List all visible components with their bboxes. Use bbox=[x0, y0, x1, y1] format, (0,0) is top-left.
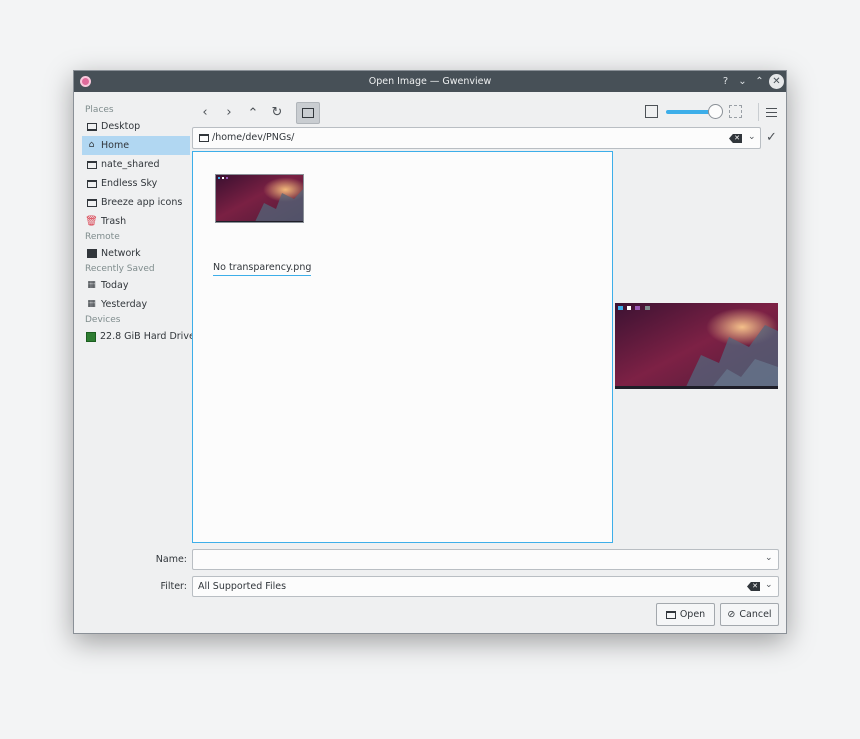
section-title-remote: Remote bbox=[85, 232, 120, 242]
chevron-down-icon[interactable]: ⌄ bbox=[765, 553, 773, 563]
filter-combo[interactable]: All Supported Files ✕ ⌄ bbox=[192, 576, 779, 597]
up-button[interactable]: ⌃ bbox=[243, 104, 263, 124]
trash-icon: 🗑 bbox=[85, 216, 98, 227]
section-title-recently-saved: Recently Saved bbox=[85, 264, 155, 274]
place-label: Yesterday bbox=[101, 299, 148, 310]
path-bar[interactable]: /home/dev/PNGs/ ✕ ⌄ bbox=[192, 127, 761, 149]
place-label: nate_shared bbox=[101, 159, 160, 170]
desktop-icon bbox=[86, 121, 97, 132]
place-item-nate-shared[interactable]: nate_shared bbox=[82, 155, 190, 174]
place-label: Home bbox=[101, 140, 130, 151]
zoom-in-icon[interactable] bbox=[729, 105, 742, 118]
place-item-home[interactable]: ⌂ Home bbox=[82, 136, 190, 155]
folder-icon bbox=[86, 178, 97, 189]
maximize-button[interactable]: ⌃ bbox=[752, 74, 767, 89]
clear-filter-icon[interactable]: ✕ bbox=[747, 582, 760, 591]
reload-button[interactable]: ↻ bbox=[267, 103, 287, 123]
title-bar[interactable]: Open Image — Gwenview ? ⌄ ⌃ ✕ bbox=[74, 71, 786, 92]
section-title-places: Places bbox=[85, 105, 114, 115]
back-button[interactable]: ‹ bbox=[195, 103, 215, 123]
open-button-label: Open bbox=[679, 609, 706, 620]
cancel-button[interactable]: ⊘ Cancel bbox=[720, 603, 779, 626]
folder-icon bbox=[86, 197, 97, 208]
open-image-dialog: Open Image — Gwenview ? ⌄ ⌃ ✕ Places Des… bbox=[73, 70, 787, 634]
place-item-desktop[interactable]: Desktop bbox=[82, 117, 190, 136]
place-item-hard-drive[interactable]: 22.8 GiB Hard Drive bbox=[82, 327, 195, 346]
folder-icon bbox=[86, 159, 97, 170]
confirm-path-icon[interactable]: ✓ bbox=[766, 130, 777, 145]
place-label: Trash bbox=[101, 216, 127, 227]
place-item-today[interactable]: ▦ Today bbox=[82, 276, 190, 295]
zoom-slider-handle[interactable] bbox=[708, 104, 723, 119]
place-item-trash[interactable]: 🗑 Trash bbox=[82, 212, 190, 231]
place-label: 22.8 GiB Hard Drive bbox=[100, 331, 195, 342]
places-panel: Places Desktop ⌂ Home nate_shared Endles… bbox=[82, 104, 195, 346]
filter-label: Filter: bbox=[160, 581, 187, 592]
options-icon[interactable] bbox=[758, 103, 777, 121]
filter-input[interactable]: All Supported Files bbox=[198, 577, 286, 596]
folder-icon bbox=[199, 134, 209, 142]
chevron-down-icon[interactable]: ⌄ bbox=[748, 132, 756, 142]
name-label: Name: bbox=[155, 554, 187, 565]
network-icon bbox=[86, 248, 97, 259]
image-preview bbox=[615, 303, 778, 389]
place-item-network[interactable]: Network bbox=[82, 244, 190, 263]
name-combo[interactable]: ⌄ bbox=[192, 549, 779, 570]
place-item-endless-sky[interactable]: Endless Sky bbox=[82, 174, 190, 193]
calendar-icon: ▦ bbox=[87, 299, 96, 309]
cancel-button-label: Cancel bbox=[739, 609, 772, 620]
place-item-breeze-app-icons[interactable]: Breeze app icons bbox=[82, 193, 190, 212]
calendar-icon: ▦ bbox=[87, 280, 96, 290]
section-title-devices: Devices bbox=[85, 315, 121, 325]
open-button[interactable]: Open bbox=[656, 603, 715, 626]
place-label: Breeze app icons bbox=[101, 197, 183, 208]
file-thumbnail bbox=[215, 174, 304, 223]
path-input[interactable]: /home/dev/PNGs/ bbox=[212, 128, 294, 148]
help-button[interactable]: ? bbox=[718, 74, 733, 89]
chevron-down-icon[interactable]: ⌄ bbox=[765, 580, 773, 590]
cancel-icon: ⊘ bbox=[727, 609, 736, 620]
place-label: Network bbox=[101, 248, 141, 259]
forward-button[interactable]: › bbox=[219, 103, 239, 123]
clear-path-icon[interactable]: ✕ bbox=[729, 134, 742, 143]
image-preview-icon bbox=[302, 108, 314, 118]
home-icon: ⌂ bbox=[88, 140, 95, 150]
file-view[interactable]: No transparency.png bbox=[192, 151, 613, 543]
file-name: No transparency.png bbox=[213, 262, 312, 276]
folder-icon bbox=[665, 610, 676, 619]
place-label: Endless Sky bbox=[101, 178, 158, 189]
close-button[interactable]: ✕ bbox=[769, 74, 784, 89]
preview-toggle-button[interactable] bbox=[296, 102, 320, 124]
minimize-button[interactable]: ⌄ bbox=[735, 74, 750, 89]
place-label: Today bbox=[101, 280, 129, 291]
window-title: Open Image — Gwenview bbox=[368, 76, 492, 87]
zoom-out-icon[interactable] bbox=[645, 105, 658, 118]
place-item-yesterday[interactable]: ▦ Yesterday bbox=[82, 295, 190, 314]
place-label: Desktop bbox=[101, 121, 141, 132]
drive-icon bbox=[86, 331, 96, 342]
